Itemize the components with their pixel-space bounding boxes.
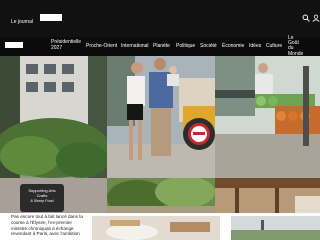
account-icon[interactable] bbox=[312, 14, 320, 22]
sign-text-line: & Sheep Food bbox=[31, 199, 54, 203]
nav-item-proche-orient[interactable]: Proche-Orient bbox=[86, 43, 117, 49]
market-stall-photo bbox=[215, 56, 320, 178]
site-logo[interactable] bbox=[40, 14, 62, 21]
nav-item-presidentielle[interactable]: Présidentielle 2027 bbox=[51, 39, 81, 51]
top-header: Le journal bbox=[0, 0, 320, 37]
section-nav: Présidentielle 2027 Proche-Orient Intern… bbox=[0, 35, 320, 57]
nav-item-economie[interactable]: Économie bbox=[222, 43, 244, 49]
article-thumbnail[interactable] bbox=[231, 216, 320, 240]
search-icon[interactable] bbox=[302, 14, 310, 22]
street-building-photo bbox=[0, 56, 107, 178]
nav-item-label: 2027 bbox=[51, 44, 63, 51]
nav-item-planete[interactable]: Planète bbox=[153, 43, 170, 49]
article-caption[interactable]: Pas encore tout à fait lancé dans la cou… bbox=[11, 214, 87, 237]
couple-photo bbox=[107, 56, 215, 178]
hero-photo-collage[interactable]: Supporting Arts Crafts & Sheep Food bbox=[0, 56, 320, 213]
nav-item-politique[interactable]: Politique bbox=[176, 43, 195, 49]
nav-item-culture[interactable]: Culture bbox=[266, 43, 282, 49]
nav-item-societe[interactable]: Société bbox=[200, 43, 217, 49]
article-thumbnail[interactable] bbox=[92, 216, 220, 240]
nav-item-idees[interactable]: Idées bbox=[249, 43, 261, 49]
nav-item-gout-du-monde[interactable]: Le Goût du Monde bbox=[288, 35, 303, 57]
sign-text-line: Crafts bbox=[37, 193, 48, 198]
brand-label[interactable]: Le journal bbox=[11, 19, 33, 25]
nav-logo[interactable] bbox=[5, 42, 23, 48]
interior-photo bbox=[215, 178, 320, 213]
sign-photo: Supporting Arts Crafts & Sheep Food bbox=[0, 178, 107, 213]
garden-photo bbox=[107, 178, 215, 213]
nav-item-international[interactable]: International bbox=[121, 43, 149, 49]
